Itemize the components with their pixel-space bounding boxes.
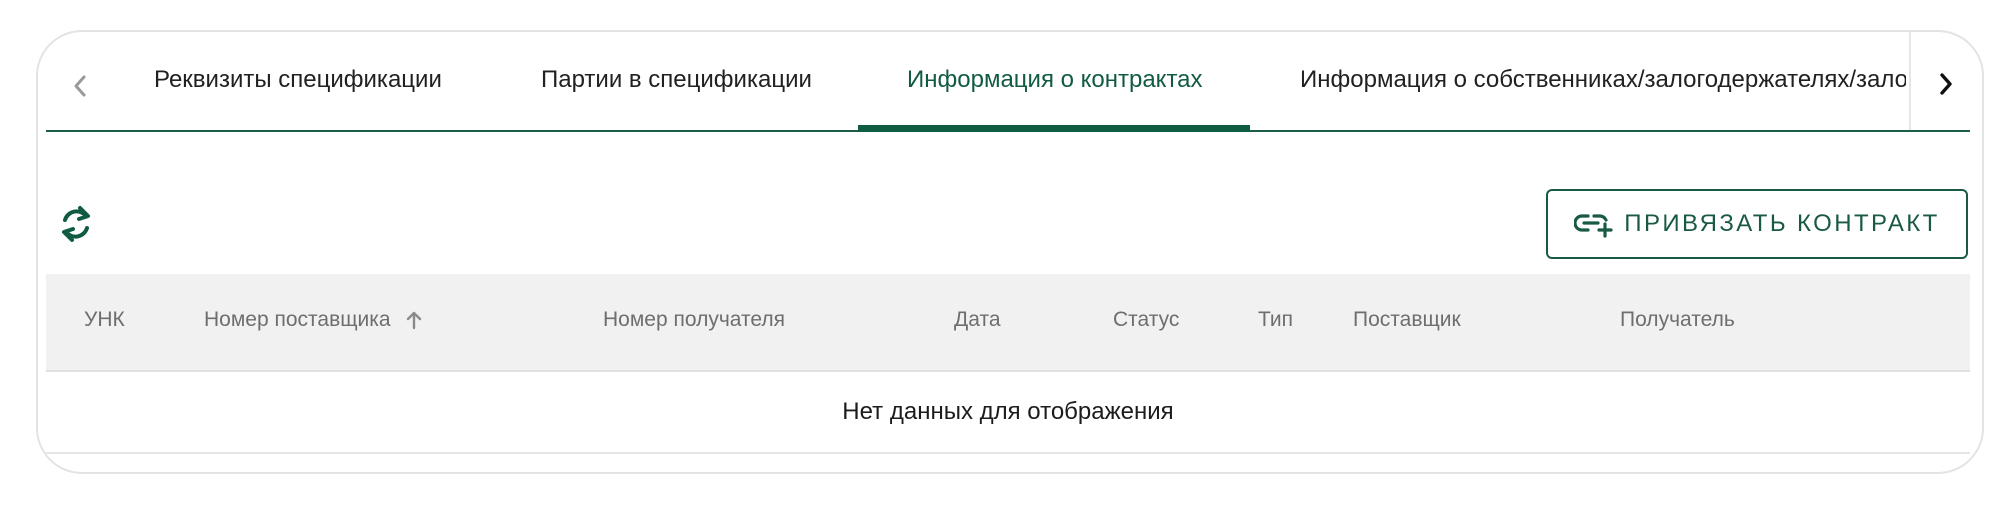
empty-message-text: Нет данных для отображения [842, 398, 1174, 425]
tab-bar: Реквизиты спецификации Партии в специфик… [46, 32, 1970, 134]
column-label: Получатель [1620, 308, 1735, 331]
column-header-receiver-number[interactable]: Номер получателя [603, 308, 785, 332]
column-header-supplier-number[interactable]: Номер поставщика [204, 308, 422, 332]
active-tab-indicator [858, 125, 1250, 132]
refresh-icon [62, 206, 90, 242]
column-header-receiver[interactable]: Получатель [1620, 308, 1735, 332]
bind-contract-label: ПРИВЯЗАТЬ КОНТРАКТ [1624, 210, 1940, 237]
column-label: Статус [1113, 308, 1180, 331]
tab-label: Реквизиты спецификации [154, 66, 442, 93]
contracts-card: Реквизиты спецификации Партии в специфик… [36, 30, 1984, 474]
tab-owners-info[interactable]: Информация о собственниках/залогодержате… [1300, 60, 1906, 130]
tab-specification-details[interactable]: Реквизиты спецификации [154, 60, 442, 130]
column-header-supplier[interactable]: Поставщик [1353, 308, 1461, 332]
column-header-date[interactable]: Дата [954, 308, 1001, 332]
tab-label: Информация о контрактах [907, 66, 1203, 93]
link-add-icon [1574, 210, 1614, 238]
tabs-scroll-divider [1909, 32, 1911, 130]
tab-label: Информация о собственниках/залогодержате… [1300, 66, 1906, 93]
chevron-right-icon [1940, 73, 1952, 95]
refresh-button[interactable] [58, 204, 94, 244]
chevron-left-icon [74, 75, 86, 97]
tabs-scroll-right-button[interactable] [1926, 64, 1966, 104]
column-header-unk[interactable]: УНК [84, 308, 125, 332]
sort-ascending-icon [407, 312, 422, 330]
column-label: Номер получателя [603, 308, 785, 331]
tab-contracts-info[interactable]: Информация о контрактах [907, 60, 1203, 130]
empty-table-message: Нет данных для отображения [46, 372, 1970, 454]
column-label: Тип [1258, 308, 1294, 331]
column-header-type[interactable]: Тип [1258, 308, 1293, 332]
tab-specification-batches[interactable]: Партии в спецификации [541, 60, 812, 130]
tabs-scroll-left-button[interactable] [60, 66, 100, 106]
column-label: Номер поставщика [204, 308, 391, 331]
tab-label: Партии в спецификации [541, 66, 812, 93]
column-label: Поставщик [1353, 308, 1461, 331]
bind-contract-button[interactable]: ПРИВЯЗАТЬ КОНТРАКТ [1546, 189, 1968, 259]
column-label: Дата [954, 308, 1001, 331]
column-label: УНК [84, 308, 125, 331]
table-header: УНК Номер поставщика Номер получателя Да… [46, 274, 1970, 372]
column-header-status[interactable]: Статус [1113, 308, 1179, 332]
